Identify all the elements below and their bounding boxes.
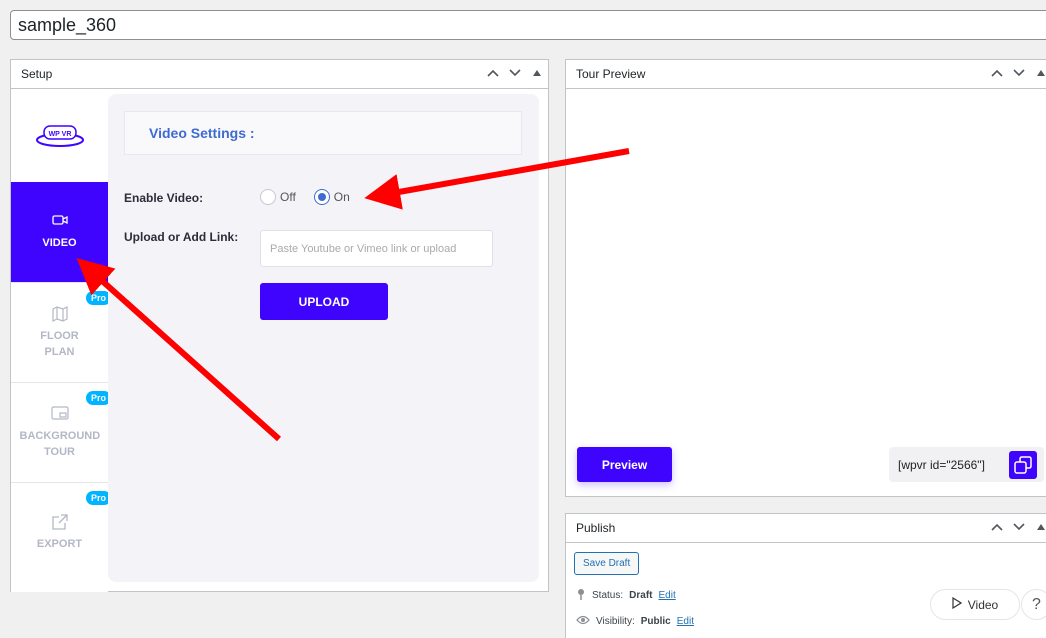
play-icon — [952, 596, 962, 612]
setup-metabox: Setup WP VR VIDEO Pro FLOOR PLAN Pro BAC… — [10, 59, 549, 592]
video-link-input[interactable]: Paste Youtube or Vimeo link or upload — [260, 230, 493, 267]
shortcode-text: [wpvr id="2566"] — [898, 457, 985, 472]
shortcode-box: [wpvr id="2566"] — [889, 447, 1044, 482]
setup-metabox-header: Setup — [11, 60, 548, 89]
publish-metabox: Publish Save Draft Status: Draft Edit Vi… — [565, 513, 1046, 638]
setup-metabox-title: Setup — [21, 67, 53, 81]
sidebar-item-export[interactable]: Pro EXPORT — [11, 482, 111, 582]
status-row: Status: Draft Edit — [576, 588, 676, 603]
enable-video-label: Enable Video: — [124, 191, 204, 205]
status-label: Status: — [592, 590, 624, 601]
background-tour-icon — [50, 405, 69, 422]
save-draft-button[interactable]: Save Draft — [574, 552, 640, 575]
upload-link-label: Upload or Add Link: — [124, 230, 239, 244]
pin-icon — [576, 588, 586, 603]
chevron-up-icon[interactable] — [990, 520, 1004, 534]
video-pill-label: Video — [967, 597, 999, 612]
video-settings-panel: Video Settings : Enable Video: Off On Up… — [108, 94, 539, 582]
video-help-button[interactable]: Video — [930, 589, 1020, 620]
radio-off[interactable] — [260, 189, 276, 205]
preview-button[interactable]: Preview — [577, 447, 672, 482]
wpvr-logo: WP VR — [11, 90, 108, 182]
chevron-down-icon[interactable] — [1012, 66, 1026, 80]
collapse-toggle-icon[interactable] — [530, 66, 544, 80]
video-settings-heading: Video Settings : — [124, 111, 522, 155]
export-icon — [51, 513, 68, 530]
status-edit-link[interactable]: Edit — [658, 590, 675, 601]
sidebar-item-background-tour[interactable]: Pro BACKGROUND TOUR — [11, 382, 111, 482]
visibility-row: Visibility: Public Edit — [576, 615, 694, 628]
radio-on-label: On — [333, 190, 350, 204]
visibility-edit-link[interactable]: Edit — [677, 616, 694, 627]
sidebar-item-floor-plan[interactable]: Pro FLOOR PLAN — [11, 282, 111, 382]
radio-on[interactable] — [313, 189, 330, 205]
tour-preview-header: Tour Preview — [566, 60, 1046, 89]
sidebar-item-label: BACKGROUND TOUR — [19, 429, 101, 458]
help-button[interactable]: ? — [1021, 589, 1046, 620]
chevron-down-icon[interactable] — [1012, 520, 1026, 534]
chevron-up-icon[interactable] — [990, 66, 1004, 80]
status-value: Draft — [629, 590, 653, 601]
sidebar-item-label: FLOOR PLAN — [40, 329, 79, 358]
video-icon — [51, 213, 68, 229]
chevron-up-icon[interactable] — [486, 66, 500, 80]
copy-icon[interactable] — [1009, 451, 1037, 479]
publish-header: Publish — [566, 514, 1046, 543]
upload-button[interactable]: UPLOAD — [260, 283, 388, 320]
tour-preview-metabox: Tour Preview Preview [wpvr id="2566"] — [565, 59, 1046, 497]
collapse-toggle-icon[interactable] — [1034, 520, 1046, 534]
sidebar-item-label: EXPORT — [36, 537, 83, 550]
sidebar-item-label: VIDEO — [42, 237, 77, 249]
setup-sidebar: WP VR VIDEO Pro FLOOR PLAN Pro BACKGROUN… — [11, 90, 111, 592]
visibility-label: Visibility: — [596, 616, 635, 627]
svg-text:WP VR: WP VR — [48, 131, 71, 138]
radio-off-label: Off — [280, 190, 296, 204]
visibility-value: Public — [640, 616, 671, 627]
sidebar-item-video[interactable]: VIDEO — [11, 182, 108, 282]
publish-title: Publish — [576, 521, 616, 535]
enable-video-radio-group: Off On — [260, 189, 350, 205]
tour-preview-title: Tour Preview — [576, 67, 646, 81]
map-icon — [51, 305, 68, 322]
post-title-input[interactable]: sample_360 — [10, 10, 1046, 40]
eye-icon — [576, 615, 590, 628]
chevron-down-icon[interactable] — [508, 66, 522, 80]
collapse-toggle-icon[interactable] — [1034, 66, 1046, 80]
